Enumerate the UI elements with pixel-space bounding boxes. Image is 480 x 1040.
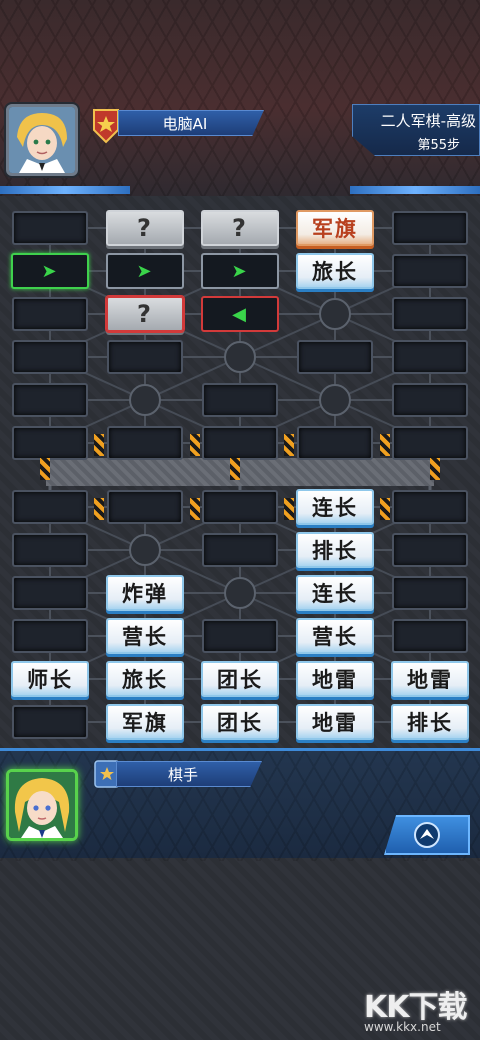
player-piece[interactable]: 军旗 — [106, 704, 184, 740]
board-slot[interactable] — [392, 254, 468, 288]
game-screen: 电脑AI 二人军棋-高级 第55步 ?? 军旗 ➤ ➤ ➤ 旅长? ◀ 连长 排长 炸弹 连长 营长营… — [0, 0, 480, 1040]
board-slot[interactable] — [202, 426, 278, 460]
board-slot[interactable] — [392, 211, 468, 245]
move-arrow-marker[interactable]: ➤ — [11, 253, 89, 289]
board-slot[interactable] — [12, 705, 88, 739]
hazard-stripe — [430, 458, 440, 480]
opponent-hidden-piece[interactable]: ? — [106, 210, 184, 246]
board-slot[interactable] — [392, 533, 468, 567]
board-slot[interactable] — [12, 619, 88, 653]
board-slot[interactable] — [12, 297, 88, 331]
hazard-stripe — [40, 458, 50, 480]
player-piece[interactable]: 炸弹 — [106, 575, 184, 611]
camp-post[interactable] — [224, 577, 256, 609]
up-arrow-button[interactable] — [384, 815, 470, 855]
board-slot[interactable] — [392, 576, 468, 610]
hud-stripe — [0, 186, 130, 194]
board-slot[interactable] — [107, 490, 183, 524]
board-slot[interactable] — [107, 340, 183, 374]
board-slot[interactable] — [392, 490, 468, 524]
move-arrow-marker[interactable]: ➤ — [106, 253, 184, 289]
player-piece[interactable]: 营长 — [106, 618, 184, 654]
player-piece[interactable]: 师长 — [11, 661, 89, 697]
board-slot[interactable] — [297, 426, 373, 460]
opponent-name: 电脑AI — [118, 110, 264, 136]
hazard-stripe — [284, 498, 294, 520]
hazard-stripe — [190, 434, 200, 456]
move-arrow-marker[interactable]: ◀ — [201, 296, 279, 332]
board-slot[interactable] — [107, 426, 183, 460]
camp-post[interactable] — [129, 384, 161, 416]
board-slot[interactable] — [12, 383, 88, 417]
hazard-stripe — [380, 434, 390, 456]
board-slot[interactable] — [12, 211, 88, 245]
camp-post[interactable] — [129, 534, 161, 566]
hazard-stripe — [94, 498, 104, 520]
board-slot[interactable] — [12, 426, 88, 460]
player-piece[interactable]: 连长 — [296, 575, 374, 611]
camp-post[interactable] — [224, 341, 256, 373]
board-slot[interactable] — [392, 383, 468, 417]
opponent-hidden-piece[interactable]: ? — [106, 296, 184, 332]
board-slot[interactable] — [12, 533, 88, 567]
hud-stripe — [350, 186, 480, 194]
player-piece[interactable]: 地雷 — [296, 661, 374, 697]
player-panel: 棋手 — [0, 748, 480, 861]
board-slot[interactable] — [12, 340, 88, 374]
opponent-avatar[interactable] — [6, 104, 78, 176]
player-piece[interactable]: 地雷 — [296, 704, 374, 740]
player-piece[interactable]: 营长 — [296, 618, 374, 654]
board-slot[interactable] — [392, 297, 468, 331]
game-mode-title: 二人军棋-高级 — [380, 112, 476, 130]
hazard-stripe — [230, 458, 240, 480]
frontline-railway — [46, 458, 434, 486]
hazard-stripe — [190, 498, 200, 520]
opponent-revealed-piece[interactable]: 军旗 — [296, 210, 374, 246]
board-slot[interactable] — [202, 383, 278, 417]
player-piece[interactable]: 团长 — [201, 704, 279, 740]
player-piece[interactable]: 团长 — [201, 661, 279, 697]
board-slot[interactable] — [202, 619, 278, 653]
camp-post[interactable] — [319, 384, 351, 416]
camp-post[interactable] — [319, 298, 351, 330]
board-slot[interactable] — [12, 576, 88, 610]
board-slot[interactable] — [202, 533, 278, 567]
game-board[interactable]: ?? 军旗 ➤ ➤ ➤ 旅长? ◀ 连长 排长 炸弹 连长 营长 营长 师长 旅长 团长 地雷 地雷 军旗 团长 地雷排… — [0, 196, 480, 748]
hazard-stripe — [284, 434, 294, 456]
player-piece[interactable]: 旅长 — [106, 661, 184, 697]
player-piece[interactable]: 连长 — [296, 489, 374, 525]
board-slot[interactable] — [392, 340, 468, 374]
opponent-panel: 电脑AI 二人军棋-高级 第55步 — [0, 0, 480, 196]
player-name: 棋手 — [116, 761, 262, 787]
rank-badge-icon — [90, 108, 122, 144]
board-slot[interactable] — [297, 340, 373, 374]
board-slot[interactable] — [202, 490, 278, 524]
site-watermark: KK下载 www.kkx.net — [356, 982, 476, 1040]
watermark-url: www.kkx.net — [364, 1020, 441, 1034]
moved-piece[interactable]: 旅长 — [296, 253, 374, 289]
move-arrow-marker[interactable]: ➤ — [201, 253, 279, 289]
player-piece[interactable]: 排长 — [296, 532, 374, 568]
hazard-stripe — [380, 498, 390, 520]
board-slot[interactable] — [392, 426, 468, 460]
board-slot[interactable] — [12, 490, 88, 524]
opponent-hidden-piece[interactable]: ? — [201, 210, 279, 246]
up-arrow-icon — [414, 822, 440, 848]
hazard-stripe — [94, 434, 104, 456]
player-piece[interactable]: 排长 — [391, 704, 469, 740]
player-piece[interactable]: 地雷 — [391, 661, 469, 697]
player-avatar[interactable] — [6, 769, 78, 841]
board-slot[interactable] — [392, 619, 468, 653]
move-counter: 第55步 — [417, 138, 460, 153]
